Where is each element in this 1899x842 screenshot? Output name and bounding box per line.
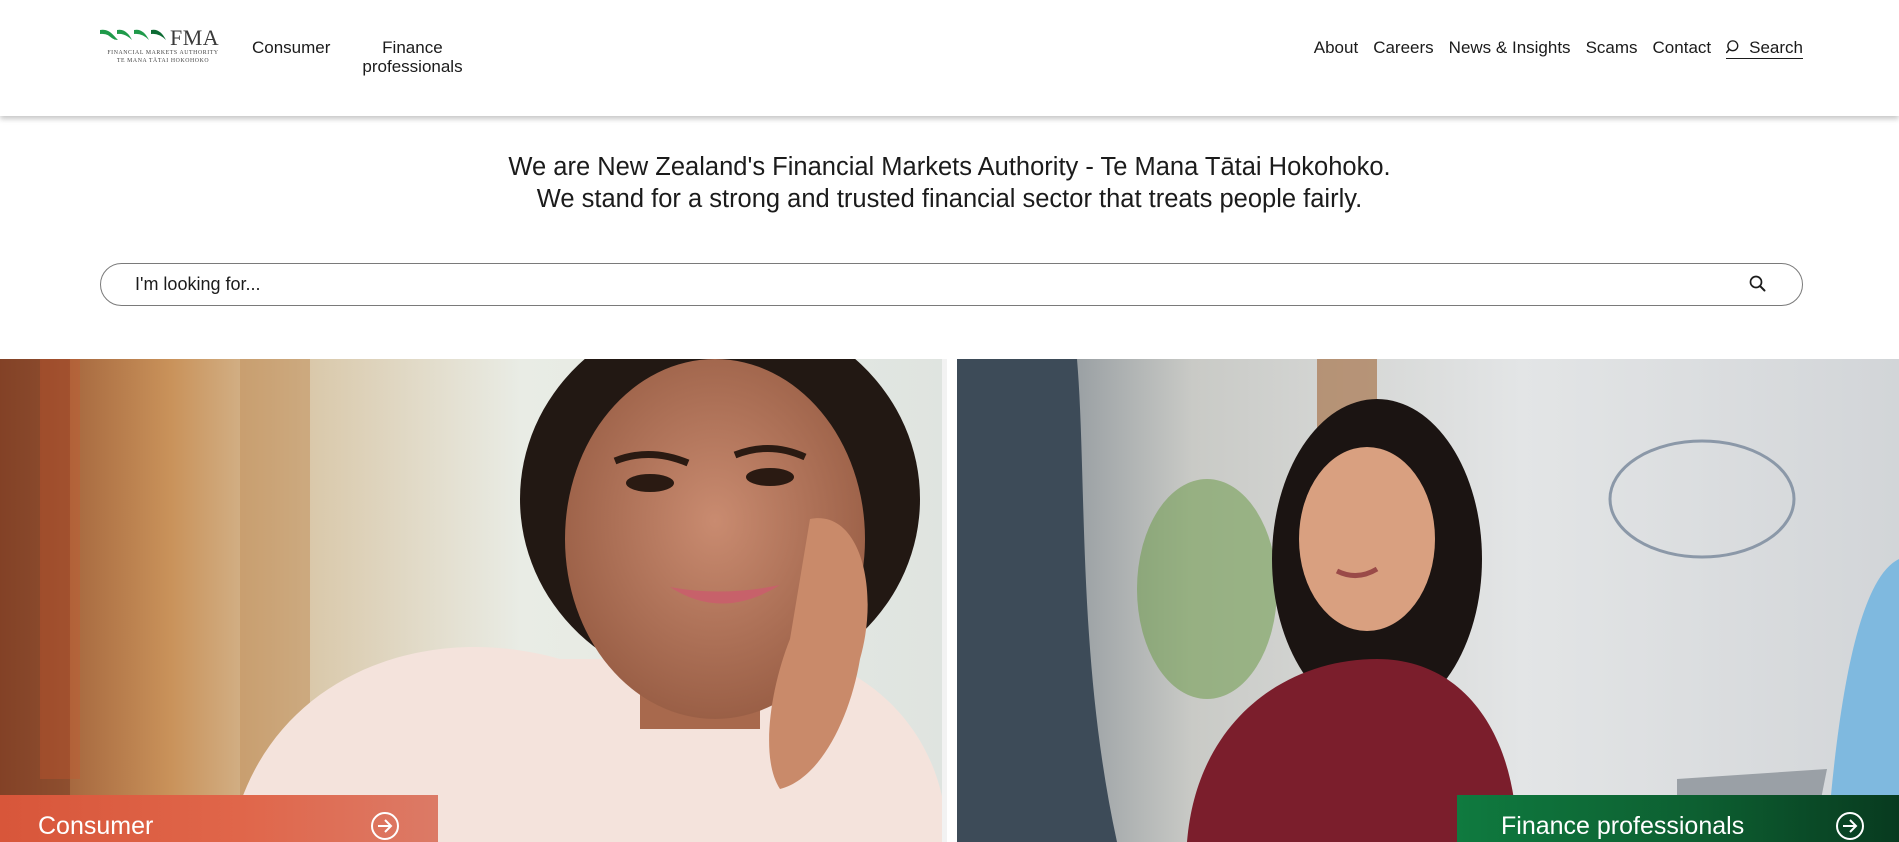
logo-subtitle-line1: FINANCIAL MARKETS AUTHORITY xyxy=(107,50,219,56)
header-search-label: Search xyxy=(1749,38,1803,57)
consumer-card[interactable]: Consumer xyxy=(0,359,947,842)
consumer-card-title: Consumer xyxy=(38,811,154,840)
consumer-photo xyxy=(0,359,947,842)
finance-professionals-card-title: Finance professionals xyxy=(1501,811,1745,840)
arrow-circle-right-icon xyxy=(371,812,399,840)
intro-line-2: We stand for a strong and trusted financ… xyxy=(536,185,1363,213)
nav-careers[interactable]: Careers xyxy=(1373,38,1433,57)
nav-about[interactable]: About xyxy=(1314,38,1358,57)
site-search-bar xyxy=(100,263,1803,306)
logo-wordmark: FMA xyxy=(170,25,220,50)
nav-finance-professionals[interactable]: Finance professionals xyxy=(362,38,462,76)
intro-statement: We are New Zealand's Financial Markets A… xyxy=(0,151,1899,215)
nav-contact[interactable]: Contact xyxy=(1653,38,1712,57)
header-search-button[interactable]: Search xyxy=(1726,38,1803,59)
logo-subtitle-line2: TE MANA TĀTAI HOKOHOKO xyxy=(116,58,210,64)
nav-consumer[interactable]: Consumer xyxy=(252,38,330,76)
site-header: FMA FINANCIAL MARKETS AUTHORITY TE MANA … xyxy=(0,0,1899,116)
logo-subtitle: FINANCIAL MARKETS AUTHORITY TE MANA TĀTA… xyxy=(106,49,220,65)
consumer-card-label: Consumer xyxy=(0,795,438,842)
finance-professionals-card[interactable]: Finance professionals xyxy=(957,359,1899,842)
arrow-circle-right-icon xyxy=(1836,812,1864,840)
search-icon xyxy=(1726,40,1739,54)
search-icon[interactable] xyxy=(1748,274,1768,294)
nav-news-insights[interactable]: News & Insights xyxy=(1449,38,1571,57)
nav-scams[interactable]: Scams xyxy=(1586,38,1638,57)
intro-line-1: We are New Zealand's Financial Markets A… xyxy=(508,153,1391,181)
finance-professionals-card-label: Finance professionals xyxy=(1457,795,1899,842)
finance-professionals-photo xyxy=(957,359,1899,842)
utility-nav: About Careers News & Insights Scams Cont… xyxy=(1314,38,1803,59)
site-search-input[interactable] xyxy=(135,264,1735,305)
primary-nav: Consumer Finance professionals xyxy=(252,38,463,76)
